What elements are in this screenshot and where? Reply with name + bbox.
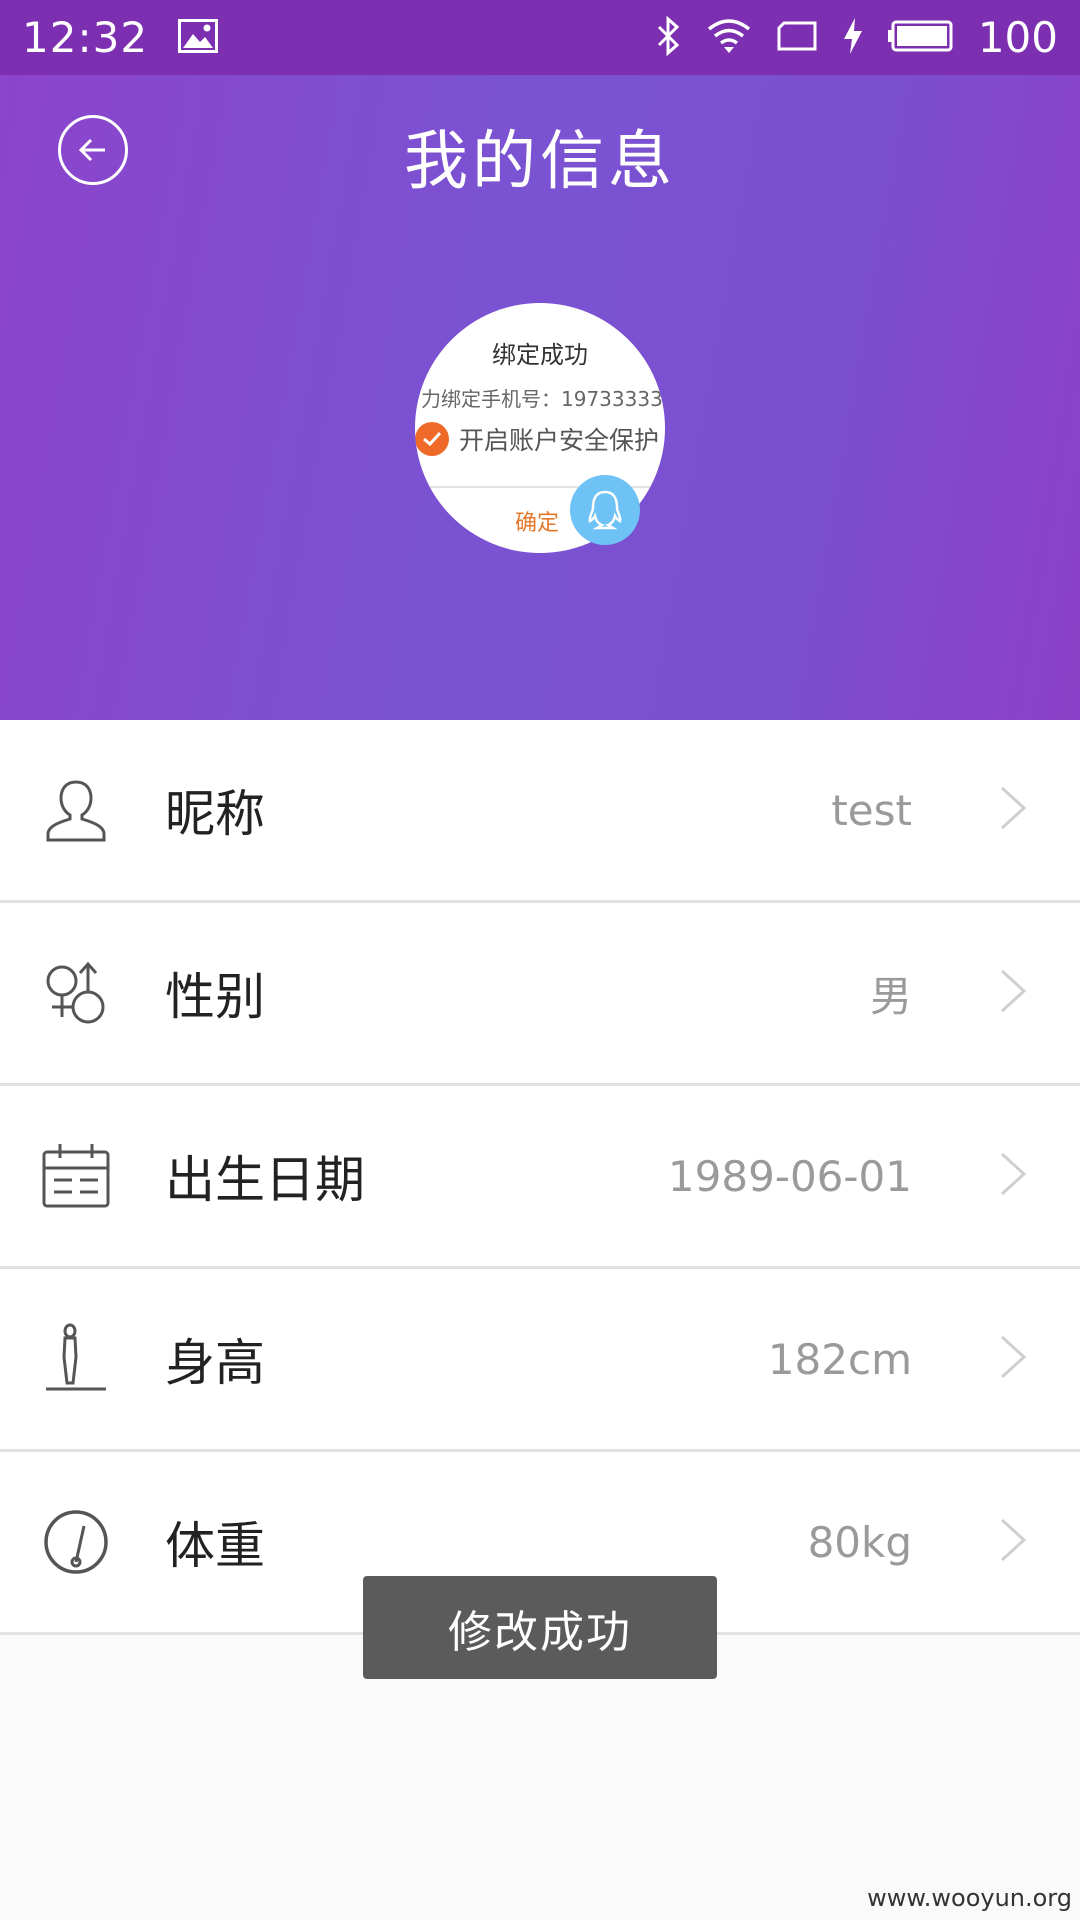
avatar-check-row: 开启账户安全保护 (415, 421, 659, 457)
bluetooth-icon (656, 15, 682, 60)
chevron-right-icon (998, 1150, 1028, 1202)
battery-icon (887, 20, 954, 56)
chevron-right-icon (998, 967, 1028, 1019)
status-icons: 100 (656, 13, 1058, 62)
row-label: 体重 (165, 1517, 265, 1575)
row-gender[interactable]: 性别 男 (0, 903, 1080, 1086)
row-value: 182cm (767, 1334, 912, 1384)
calendar-icon (40, 1140, 112, 1212)
profile-list: 昵称 test 性别 男 出生日期 1989-06-01 身高 182cm 体重… (0, 720, 1080, 1635)
avatar-check-label: 开启账户安全保护 (459, 426, 660, 455)
row-nickname[interactable]: 昵称 test (0, 720, 1080, 903)
chevron-right-icon (998, 1516, 1028, 1568)
gender-icon (40, 957, 112, 1029)
status-bar: 12:32 100 (0, 0, 1080, 75)
wifi-icon (706, 17, 752, 59)
row-value: 1989-06-01 (667, 1151, 912, 1201)
chevron-right-icon (998, 1333, 1028, 1385)
row-value: test (831, 785, 912, 835)
screen-rotate-icon (776, 20, 818, 56)
avatar-confirm-text: 确定 (515, 511, 560, 536)
image-icon (178, 18, 219, 57)
checkmark-icon (415, 422, 449, 456)
watermark: www.wooyun.org (867, 1884, 1072, 1912)
avatar-bind-title: 绑定成功 (492, 341, 588, 369)
profile-header: 我的信息 绑定成功 力绑定手机号：19733333 开启账户安全保护 确定 (0, 75, 1080, 720)
avatar-phone-line: 力绑定手机号：19733333 (421, 387, 663, 411)
page-title: 我的信息 (404, 125, 676, 199)
row-label: 身高 (165, 1334, 265, 1392)
row-value: 80kg (807, 1517, 912, 1567)
chevron-right-icon (998, 784, 1028, 836)
row-height[interactable]: 身高 182cm (0, 1269, 1080, 1452)
row-label: 性别 (165, 968, 265, 1026)
my-info-screen: 12:32 100 我的信息 绑定成功 力绑定手机号：19733333 开启账户… (0, 0, 1080, 1920)
height-icon (40, 1323, 112, 1395)
status-time: 12:32 (22, 13, 149, 62)
scale-icon (40, 1506, 112, 1578)
row-label: 出生日期 (165, 1151, 365, 1209)
user-icon (40, 774, 112, 846)
charging-icon (842, 17, 864, 59)
qq-icon (570, 475, 640, 545)
row-label: 昵称 (165, 785, 265, 843)
row-birthday[interactable]: 出生日期 1989-06-01 (0, 1086, 1080, 1269)
row-value: 男 (869, 971, 912, 1021)
toast-message: 修改成功 (363, 1576, 717, 1679)
battery-level: 100 (977, 13, 1058, 62)
